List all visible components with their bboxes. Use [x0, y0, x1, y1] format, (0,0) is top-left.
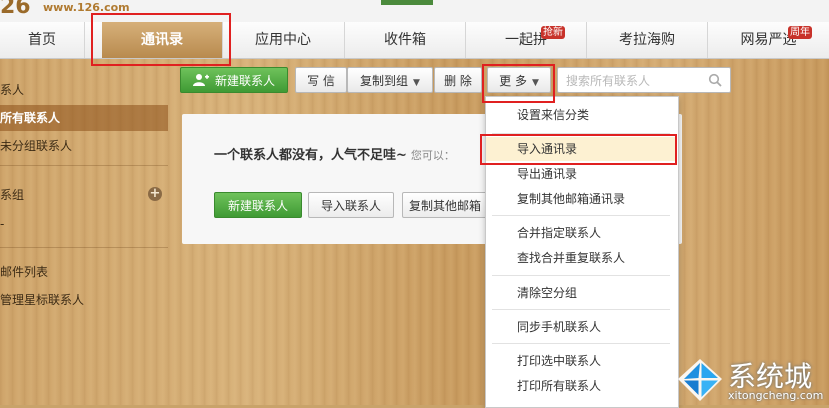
new-contact-button[interactable]: 新建联系人 [180, 67, 288, 93]
windows-logo-icon [678, 359, 722, 401]
sidebar: 系人 所有联系人 未分组联系人 系组 + - 邮件列表 管理星标联系人 [0, 59, 168, 405]
main-tab-bar: 首页 通讯录 应用中心 收件箱 一起拼 抢新 考拉海购 网易严选 周年 [0, 22, 829, 59]
sidebar-item-label: 系人 [0, 83, 25, 97]
menu-separator [492, 309, 670, 310]
new-contact-button-main[interactable]: 新建联系人 [214, 192, 302, 218]
more-dropdown-menu: 设置来信分类 导入通讯录 导出通讯录 复制其他邮箱通讯录 合并指定联系人 查找合… [485, 96, 679, 408]
sidebar-item-label: 系组 [0, 188, 25, 202]
button-label: 更 多 [499, 74, 527, 88]
menu-item-set-mail-category[interactable]: 设置来信分类 [486, 103, 676, 127]
tab-badge: 周年 [788, 26, 812, 39]
chevron-down-icon: ▼ [413, 78, 420, 88]
menu-item-clear-empty-groups[interactable]: 清除空分组 [486, 281, 676, 305]
tab-yanxuan[interactable]: 网易严选 周年 [708, 22, 829, 58]
search-input[interactable] [564, 71, 708, 91]
menu-item-label: 打印所有联系人 [517, 379, 602, 393]
menu-item-label: 查找合并重复联系人 [517, 251, 626, 265]
logo[interactable]: 26 [0, 0, 38, 16]
tab-label: 考拉海购 [619, 32, 675, 48]
sidebar-item-groups[interactable]: 系组 + [0, 182, 168, 208]
button-label: 复制到组 [360, 74, 409, 88]
import-contacts-button[interactable]: 导入联系人 [308, 192, 394, 218]
tab-label: 应用中心 [255, 32, 311, 48]
empty-message-sub: 您可以： [410, 149, 455, 162]
menu-separator [492, 343, 670, 344]
empty-message-text: 一个联系人都没有，人气不足哇~ [214, 148, 407, 163]
menu-item-label: 设置来信分类 [517, 108, 590, 122]
menu-item-print-selected[interactable]: 打印选中联系人 [486, 349, 676, 373]
menu-separator [492, 215, 670, 216]
menu-item-label: 打印选中联系人 [517, 354, 602, 368]
tab-contacts[interactable]: 通讯录 [102, 22, 223, 58]
menu-item-find-duplicates[interactable]: 查找合并重复联系人 [486, 246, 676, 270]
menu-item-label: 清除空分组 [517, 286, 578, 300]
menu-item-label: 合并指定联系人 [517, 226, 602, 240]
menu-item-print-all[interactable]: 打印所有联系人 [486, 374, 676, 398]
chevron-down-icon: ▼ [531, 78, 539, 88]
sidebar-item-label: 管理星标联系人 [0, 293, 85, 307]
button-label: 复制其他邮箱 [408, 199, 481, 213]
tab-pin[interactable]: 一起拼 抢新 [466, 22, 587, 58]
button-label: 写 信 [307, 74, 335, 88]
menu-item-label: 复制其他邮箱通讯录 [517, 192, 626, 206]
sidebar-item-label: 所有联系人 [0, 111, 61, 125]
plus-icon[interactable]: + [148, 187, 162, 201]
sidebar-item-star-contacts[interactable]: 管理星标联系人 [0, 287, 168, 313]
menu-item-merge-contacts[interactable]: 合并指定联系人 [486, 221, 676, 245]
watermark-url: xitongcheng.com [728, 389, 824, 402]
tab-inbox[interactable]: 收件箱 [345, 22, 466, 58]
menu-item-label: 导入通讯录 [517, 142, 578, 156]
tab-badge: 抢新 [541, 26, 565, 39]
top-header: 26 www.126.com [0, 0, 829, 22]
button-label: 新建联系人 [214, 74, 275, 88]
more-button[interactable]: 更 多 ▼ [487, 67, 551, 93]
menu-item-import-contacts[interactable]: 导入通讯录 [486, 137, 676, 161]
empty-message: 一个联系人都没有，人气不足哇~ 您可以： [214, 144, 455, 163]
tab-label: 收件箱 [384, 32, 426, 48]
menu-item-export-contacts[interactable]: 导出通讯录 [486, 162, 676, 186]
sidebar-item-mail-list[interactable]: 邮件列表 [0, 259, 168, 285]
sidebar-divider [0, 165, 168, 166]
menu-separator [492, 133, 670, 134]
sidebar-item-label: 邮件列表 [0, 265, 49, 279]
menu-item-label: 同步手机联系人 [517, 320, 602, 334]
sidebar-item-ungrouped[interactable]: 未分组联系人 [0, 133, 168, 159]
sidebar-divider [0, 247, 168, 248]
button-label: 新建联系人 [227, 199, 288, 213]
menu-separator [492, 275, 670, 276]
delete-button[interactable]: 删 除 [434, 67, 482, 93]
write-mail-button[interactable]: 写 信 [295, 67, 347, 93]
tab-kaola[interactable]: 考拉海购 [587, 22, 708, 58]
menu-item-copy-other-mailbox[interactable]: 复制其他邮箱通讯录 [486, 187, 676, 211]
add-user-icon [192, 74, 209, 86]
copy-other-mailbox-button[interactable]: 复制其他邮箱 [402, 192, 488, 218]
tab-label: 首页 [28, 32, 56, 48]
search-box [557, 67, 731, 93]
header-decoration [381, 0, 433, 5]
copy-to-group-button[interactable]: 复制到组 ▼ [347, 67, 433, 93]
button-label: 删 除 [444, 74, 472, 88]
sidebar-item-label: 未分组联系人 [0, 139, 73, 153]
watermark: 系统城 xitongcheng.com [676, 355, 826, 405]
button-label: 导入联系人 [320, 199, 381, 213]
logo-url: www.126.com [43, 1, 130, 14]
tab-home[interactable]: 首页 [0, 22, 85, 58]
menu-item-sync-phone[interactable]: 同步手机联系人 [486, 315, 676, 339]
sidebar-item-label: - [0, 217, 5, 231]
tab-label: 通讯录 [141, 32, 183, 48]
search-icon[interactable] [708, 73, 722, 87]
tab-app-center[interactable]: 应用中心 [222, 22, 345, 58]
menu-item-label: 导出通讯录 [517, 167, 578, 181]
sidebar-item-dash[interactable]: - [0, 211, 168, 237]
sidebar-item-all-contacts[interactable]: 所有联系人 [0, 105, 168, 131]
sidebar-item-contacts-header[interactable]: 系人 [0, 77, 168, 103]
